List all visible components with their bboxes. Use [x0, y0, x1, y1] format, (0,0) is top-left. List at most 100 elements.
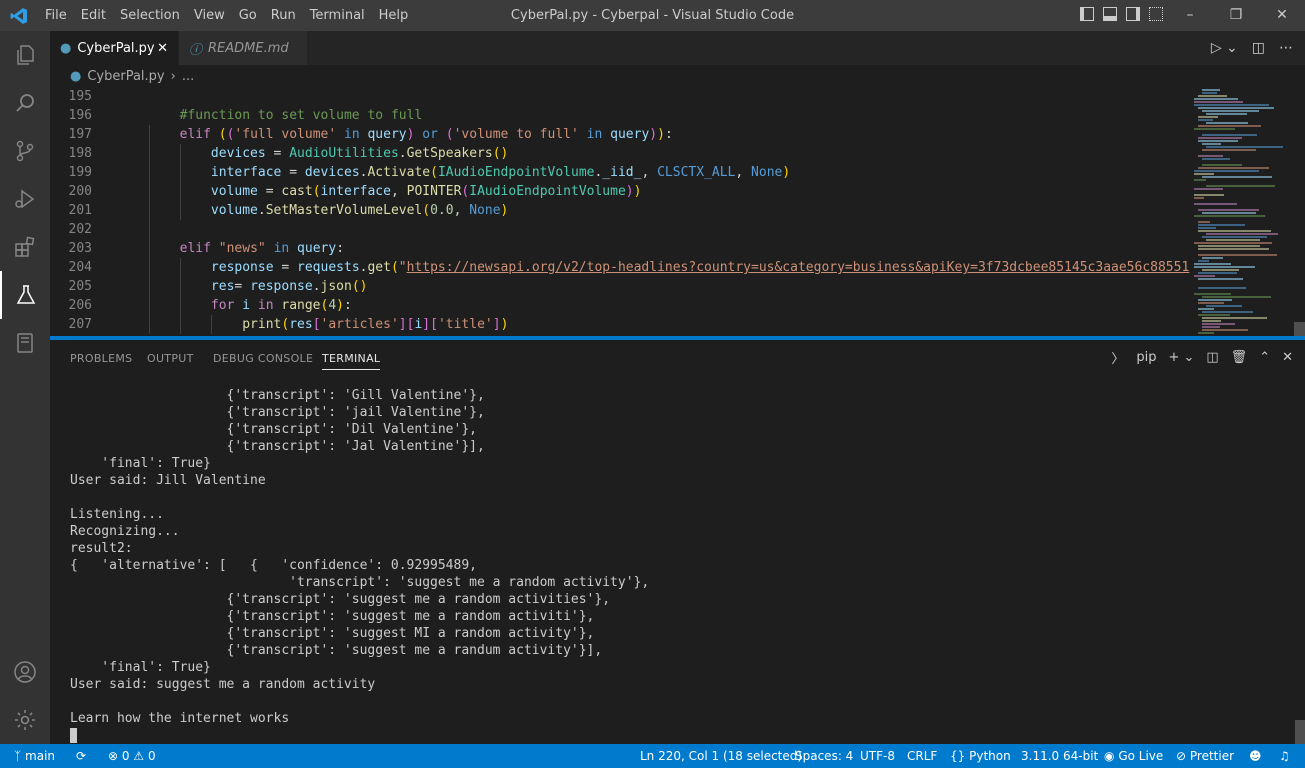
minimap-line — [1198, 221, 1210, 223]
minimap-line — [1194, 215, 1265, 217]
tab-terminal[interactable]: TERMINAL — [322, 352, 381, 370]
code-text: devices = AudioUtilities.GetSpeakers() — [210, 146, 509, 161]
minimap-line — [1194, 197, 1204, 199]
breadcrumb-file[interactable]: CyberPal.py — [87, 69, 164, 84]
accounts-icon[interactable] — [0, 648, 50, 696]
source-control-icon[interactable] — [0, 127, 50, 175]
branch-item[interactable]: ᛉ main — [14, 744, 55, 768]
minimap-line — [1194, 275, 1215, 277]
close-window-icon[interactable]: ✕ — [1259, 0, 1305, 31]
editor-scrollbar[interactable] — [1294, 87, 1305, 336]
line-number: 207 — [68, 317, 92, 332]
run-debug-icon[interactable] — [0, 175, 50, 223]
code-line[interactable]: 197 elif (('full volume' in query) or ('… — [50, 125, 1190, 144]
menu-edit[interactable]: Edit — [74, 0, 113, 31]
terminal-scrollbar[interactable] — [1295, 720, 1305, 744]
menu-run[interactable]: Run — [264, 0, 303, 31]
tab-label: README.md — [208, 40, 289, 56]
tab-label: CyberPal.py — [77, 40, 155, 56]
indent-guide — [149, 125, 150, 334]
activity-bar — [0, 31, 50, 744]
menu-go[interactable]: Go — [232, 0, 264, 31]
feedback-icon[interactable]: ☻ — [1249, 744, 1262, 768]
restore-icon[interactable]: ❐ — [1213, 0, 1259, 31]
end-of-line[interactable]: CRLF — [907, 744, 937, 768]
minimap-line — [1202, 176, 1272, 178]
tab-output[interactable]: OUTPUT — [147, 352, 194, 365]
code-line[interactable]: 207 print(res['articles'][i]['title']) — [50, 315, 1190, 334]
window-controls: – ❐ ✕ — [1167, 0, 1305, 31]
code-line[interactable]: 204 response = requests.get("https://new… — [50, 258, 1190, 277]
toggle-panel-icon[interactable] — [1103, 7, 1117, 21]
kill-terminal-icon[interactable]: 🗑 — [1231, 350, 1248, 365]
menu-terminal[interactable]: Terminal — [303, 0, 372, 31]
minimap-line — [1198, 230, 1271, 232]
remote-explorer-icon[interactable] — [0, 319, 50, 367]
extensions-icon[interactable] — [0, 223, 50, 271]
code-line[interactable]: 198 devices = AudioUtilities.GetSpeakers… — [50, 144, 1190, 163]
tab-debug-console[interactable]: DEBUG CONSOLE — [213, 352, 313, 365]
code-text: response = requests.get("https://newsapi… — [210, 260, 1190, 275]
editor-scroll-thumb[interactable] — [1294, 322, 1305, 336]
minimap[interactable] — [1190, 87, 1294, 336]
code-line[interactable]: 200 volume = cast(interface, POINTER(IAu… — [50, 182, 1190, 201]
code-text: print(res['articles'][i]['title']) — [242, 317, 509, 332]
code-line[interactable]: 205 res= response.json() — [50, 277, 1190, 296]
indentation[interactable]: Spaces: 4 — [795, 744, 853, 768]
cursor-position[interactable]: Ln 220, Col 1 (18 selected) — [640, 744, 802, 768]
code-line[interactable]: 201 volume.SetMasterVolumeLevel(0.0, Non… — [50, 201, 1190, 220]
code-text: volume = cast(interface, POINTER(IAudioE… — [210, 184, 642, 199]
code-line[interactable]: 202 — [50, 220, 1190, 239]
breadcrumb-more[interactable]: ... — [182, 69, 194, 84]
tab-cyberpal-py[interactable]: ● CyberPal.py ✕ — [50, 31, 178, 65]
code-line[interactable]: 206 for i in range(4): — [50, 296, 1190, 315]
settings-gear-icon[interactable] — [0, 696, 50, 744]
minimap-line — [1202, 92, 1217, 94]
minimap-line — [1194, 173, 1214, 175]
code-line[interactable]: 195 — [50, 87, 1190, 106]
more-actions-icon[interactable]: ⋯ — [1279, 40, 1293, 56]
run-python-icon[interactable]: ▷ ⌄ — [1211, 40, 1238, 56]
notifications-bell-icon[interactable]: ♫ — [1279, 744, 1290, 768]
code-editor[interactable]: 195 196 #function to set volume to full 19… — [50, 87, 1190, 336]
menu-view[interactable]: View — [187, 0, 232, 31]
menu-file[interactable]: File — [38, 0, 74, 31]
minimize-icon[interactable]: – — [1167, 0, 1213, 31]
terminal-line: Recognizing... — [70, 524, 180, 539]
terminal-line: 'final': True} — [70, 456, 211, 471]
split-editor-icon[interactable]: ◫ — [1252, 40, 1265, 56]
language-mode[interactable]: {} Python — [950, 744, 1011, 768]
search-icon[interactable] — [0, 79, 50, 127]
python-interpreter[interactable]: 3.11.0 64-bit — [1021, 744, 1098, 768]
code-line[interactable]: 203 elif "news" in query: — [50, 239, 1190, 258]
tab-readme-md[interactable]: ⓘ README.md — [179, 31, 307, 65]
customize-layout-icon[interactable] — [1149, 7, 1163, 21]
toggle-sidebar-icon[interactable] — [1080, 7, 1094, 21]
terminal[interactable]: {'transcript': 'Gill Valentine'}, {'tran… — [50, 376, 1295, 744]
minimap-line — [1202, 236, 1267, 238]
maximize-panel-icon[interactable]: ⌃ — [1259, 350, 1270, 365]
minimap-line — [1198, 95, 1227, 97]
prettier-item[interactable]: ⊘ Prettier — [1176, 744, 1234, 768]
close-panel-icon[interactable]: ✕ — [1282, 350, 1293, 365]
problems-item[interactable]: ⊗ 0 ⚠ 0 — [108, 744, 156, 768]
explorer-icon[interactable] — [0, 31, 50, 79]
close-tab-icon[interactable]: ✕ — [157, 41, 168, 56]
go-live-item[interactable]: ◉ Go Live — [1104, 744, 1163, 768]
terminal-shell-name[interactable]: pip — [1136, 350, 1156, 365]
sync-icon[interactable]: ⟳ — [76, 744, 86, 768]
code-text: elif (('full volume' in query) or ('volu… — [179, 127, 673, 142]
code-line[interactable]: 196 #function to set volume to full — [50, 106, 1190, 125]
menu-selection[interactable]: Selection — [113, 0, 187, 31]
menu-help[interactable]: Help — [372, 0, 416, 31]
breadcrumb: ● CyberPal.py › ... — [50, 65, 1305, 87]
tab-problems[interactable]: PROBLEMS — [70, 352, 132, 365]
split-terminal-icon[interactable]: ◫ — [1206, 350, 1218, 365]
code-line[interactable]: 199 interface = devices.Activate(IAudioE… — [50, 163, 1190, 182]
new-terminal-icon[interactable]: + ⌄ — [1168, 350, 1194, 365]
minimap-line — [1194, 293, 1231, 295]
testing-icon[interactable] — [0, 271, 50, 319]
code-text: interface = devices.Activate(IAudioEndpo… — [210, 165, 791, 180]
toggle-secondary-sidebar-icon[interactable] — [1126, 7, 1140, 21]
encoding[interactable]: UTF-8 — [860, 744, 895, 768]
